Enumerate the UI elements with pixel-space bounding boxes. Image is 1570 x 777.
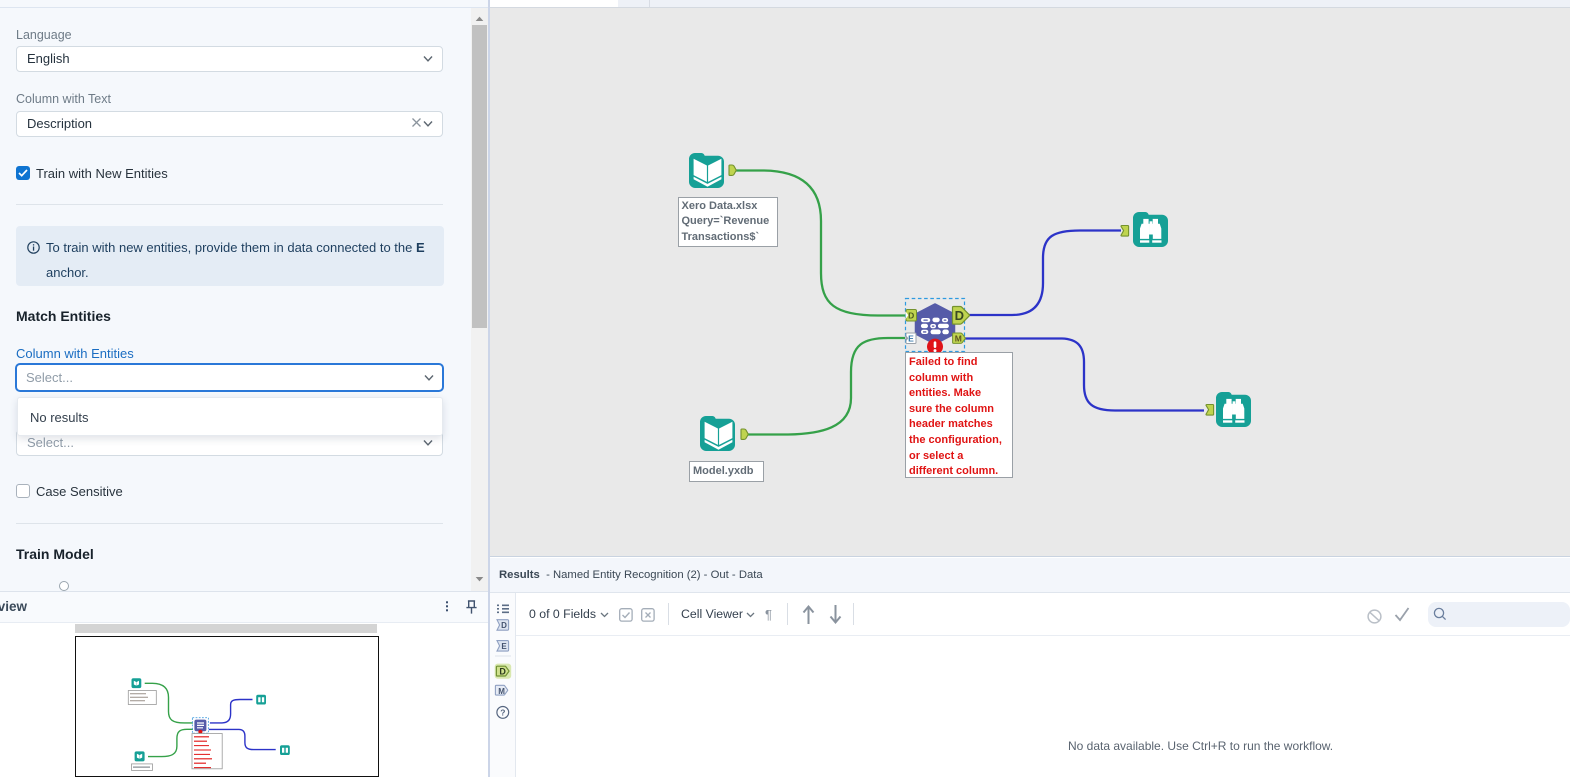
svg-text:E: E <box>908 333 914 343</box>
svg-text:M: M <box>955 334 962 344</box>
svg-text:D: D <box>499 667 506 677</box>
svg-text:D: D <box>908 310 914 320</box>
svg-text:?: ? <box>500 708 505 718</box>
svg-text:D: D <box>955 308 964 323</box>
svg-text:E: E <box>501 642 507 651</box>
svg-text:D: D <box>501 621 507 630</box>
svg-text:M: M <box>498 687 505 696</box>
